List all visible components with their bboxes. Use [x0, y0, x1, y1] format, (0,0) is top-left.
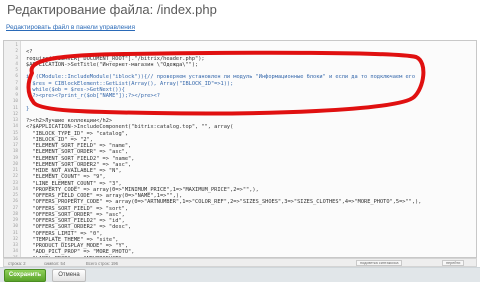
line-number: 33 [12, 243, 18, 248]
line-number: 3 [15, 55, 18, 61]
red-annotation-outline [26, 50, 426, 116]
line-number: 19 [12, 155, 18, 161]
line-number: 16 [12, 136, 18, 142]
line-number: 1 [15, 43, 18, 48]
line-number: 6 [15, 74, 18, 80]
status-line: строка: 2 [8, 261, 26, 266]
form-footer: Сохранить Отмена [0, 267, 480, 282]
line-number: 9 [15, 93, 18, 98]
line-number: 32 [12, 236, 18, 242]
line-number: 12 [12, 111, 18, 117]
status-column: символ: 54 [44, 261, 66, 266]
editor-status-bar: строка: 2 символ: 54 Всего строк: 196 по… [3, 258, 477, 267]
line-number: 8 [15, 86, 18, 92]
line-number: 15 [12, 130, 18, 136]
line-number: 24 [12, 186, 18, 192]
line-number: 2 [15, 49, 18, 55]
line-number: 23 [12, 180, 18, 186]
line-number: 25 [12, 193, 18, 198]
line-number: 11 [12, 105, 18, 111]
line-number: 26 [12, 199, 18, 205]
line-number: 21 [12, 168, 18, 173]
status-total-lines: Всего строк: 196 [86, 261, 118, 266]
code-editor[interactable]: <? require($_SERVER["DOCUMENT_ROOT"]."/bi… [3, 40, 477, 258]
syntax-highlight-button[interactable]: подсветка синтаксиса [356, 260, 403, 266]
line-number: 29 [12, 218, 18, 223]
line-number: 31 [12, 230, 18, 236]
line-number: 14 [12, 124, 18, 130]
line-number: 7 [15, 80, 18, 86]
cancel-button[interactable]: Отмена [52, 269, 86, 282]
goto-line-button[interactable]: перейти [442, 260, 465, 266]
line-number: 34 [12, 249, 18, 255]
line-number: 4 [15, 61, 18, 67]
line-number: 10 [12, 99, 18, 105]
line-number: 18 [12, 149, 18, 155]
edit-in-panel-link[interactable]: Редактировать файл в панели управления [6, 24, 135, 31]
line-number: 30 [12, 224, 18, 230]
line-number: 27 [12, 205, 18, 211]
line-number: 5 [15, 68, 18, 73]
line-number: 28 [12, 211, 18, 217]
line-number: 22 [12, 174, 18, 180]
line-number: 13 [12, 118, 18, 123]
save-button[interactable]: Сохранить [4, 269, 46, 282]
page-title: Редактирование файла: /index.php [7, 2, 217, 17]
line-number: 20 [12, 161, 18, 167]
line-number: 17 [12, 143, 18, 148]
